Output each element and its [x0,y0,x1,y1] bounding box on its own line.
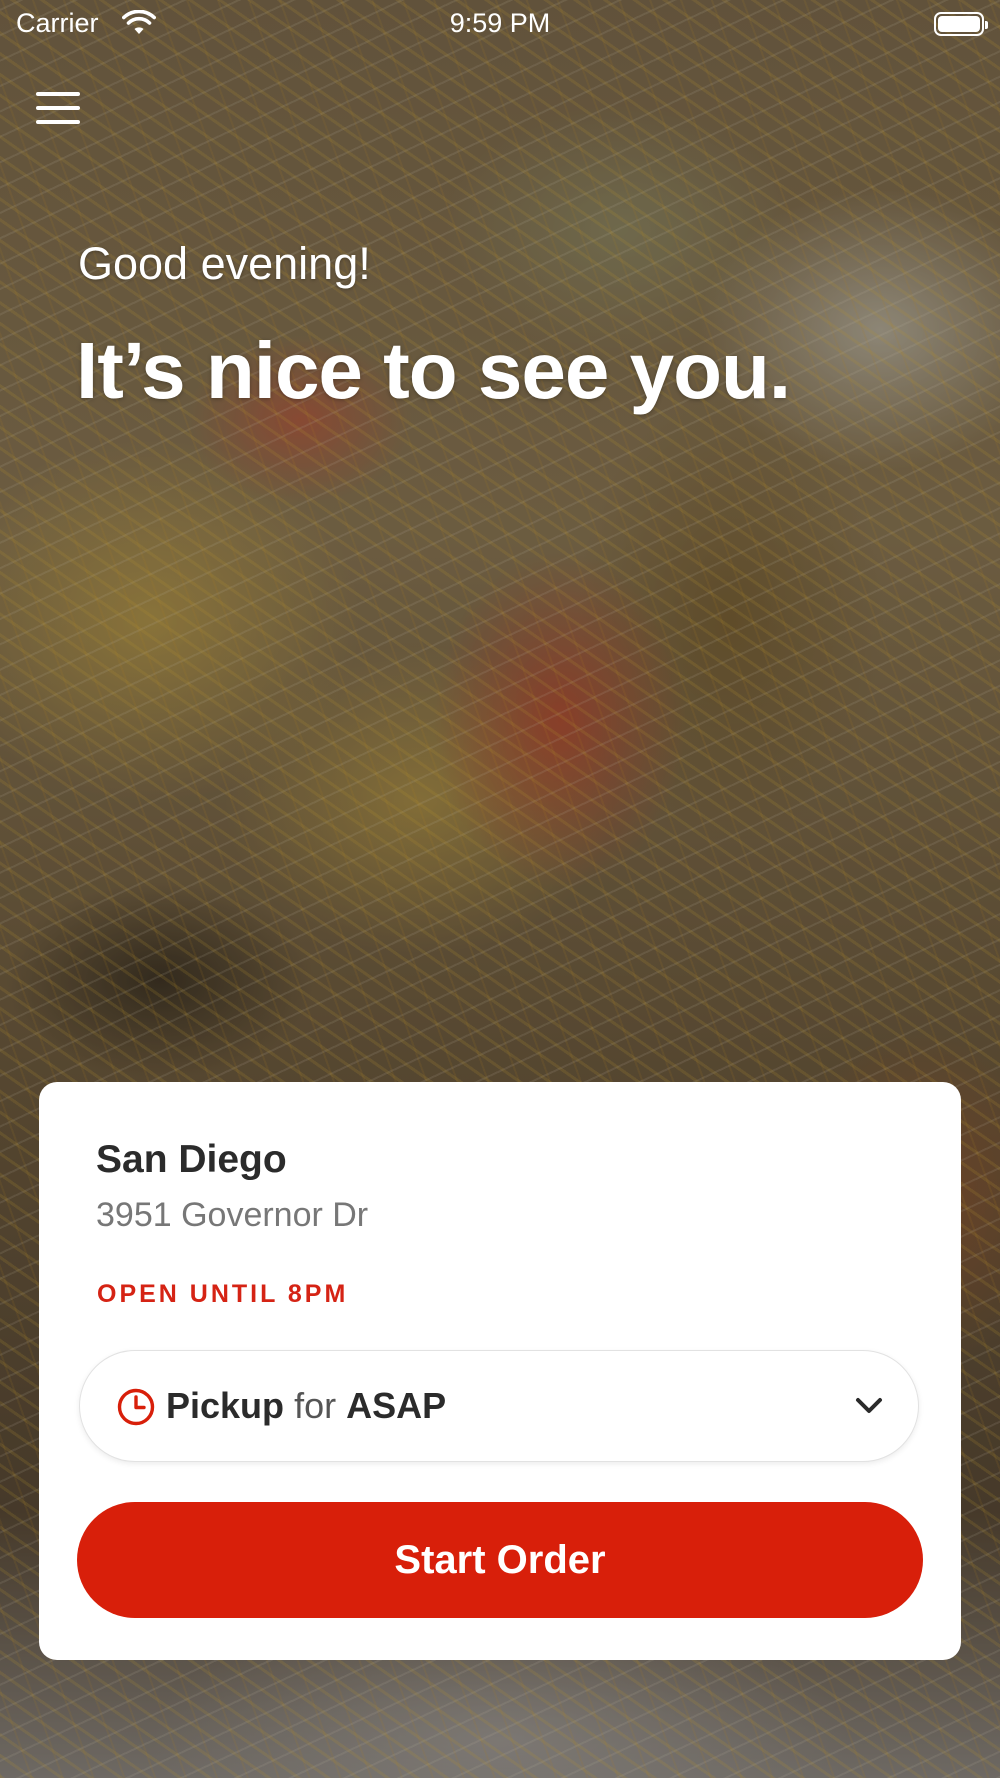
greeting-text: Good evening! [78,238,371,289]
location-hours: OPEN UNTIL 8PM [97,1280,349,1308]
location-name: San Diego [96,1138,287,1181]
pickup-time-selector[interactable]: Pickup for ASAP [79,1350,919,1462]
status-bar: Carrier 9:59 PM [0,0,1000,50]
location-address: 3951 Governor Dr [96,1196,369,1234]
location-card: San Diego 3951 Governor Dr OPEN UNTIL 8P… [39,1082,961,1660]
hamburger-menu-icon[interactable] [36,92,80,132]
order-mode-text: Pickup [166,1385,285,1426]
chevron-down-icon [856,1398,882,1413]
headline-text: It’s nice to see you. [76,326,791,415]
order-timing-text: ASAP [346,1385,447,1426]
clock-icon [117,1388,155,1426]
start-order-button[interactable]: Start Order [77,1502,923,1618]
order-connector-text: for [294,1385,337,1426]
battery-icon [934,12,988,36]
status-time: 9:59 PM [449,8,551,38]
pickup-label: Pickup for ASAP [166,1385,446,1427]
home-screen: Carrier 9:59 PM Good evening! It’s nice … [0,0,1000,1778]
